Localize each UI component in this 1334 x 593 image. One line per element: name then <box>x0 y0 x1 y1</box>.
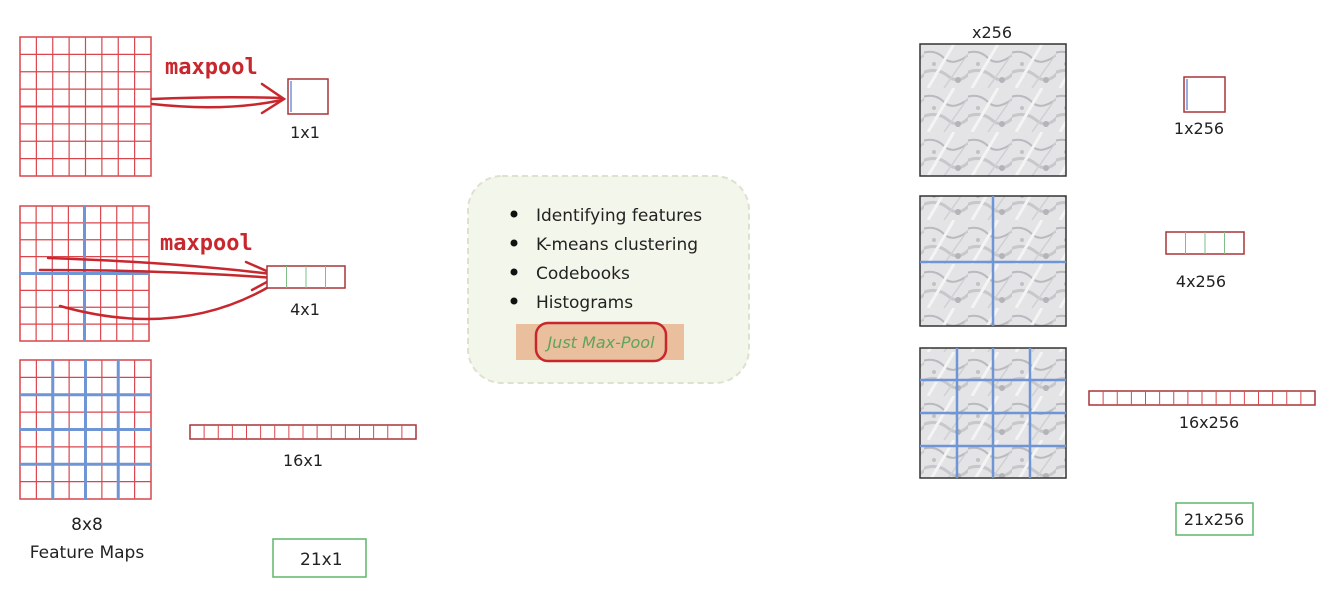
output-vector-4x1 <box>266 265 346 289</box>
feature-map-grid-4x4 <box>19 359 152 500</box>
maxpool-label-2: maxpool <box>160 231 253 256</box>
bullet-item: Histograms <box>536 293 633 313</box>
image-level-3 <box>919 347 1067 479</box>
label-16x256: 16x256 <box>1179 413 1239 432</box>
maxpool-label-1: maxpool <box>165 55 258 80</box>
output-vector-16x256 <box>1088 390 1316 406</box>
label-4x256: 4x256 <box>1176 272 1226 291</box>
bullet-item: K-means clustering <box>536 235 698 255</box>
bullet-item: Codebooks <box>536 264 630 284</box>
grid-caption-size: 8x8 <box>71 515 103 535</box>
output-vector-4x256 <box>1165 231 1245 255</box>
label-21x1: 21x1 <box>300 550 343 570</box>
label-1x1: 1x1 <box>290 123 320 142</box>
channels-label: x256 <box>972 23 1012 42</box>
output-box-1x256 <box>1183 76 1226 113</box>
label-16x1: 16x1 <box>283 451 323 470</box>
grid-caption-name: Feature Maps <box>30 543 145 563</box>
label-1x256: 1x256 <box>1174 119 1224 138</box>
label-4x1: 4x1 <box>290 300 320 319</box>
output-vector-16x1 <box>189 424 417 440</box>
highlight-text: Just Max-Pool <box>544 333 655 352</box>
feature-map-grid-2x2 <box>19 205 150 342</box>
image-level-2 <box>919 195 1067 327</box>
output-box-1x1 <box>287 78 329 115</box>
maxpool-arrow-1 <box>150 82 287 115</box>
image-level-1 <box>919 43 1067 177</box>
bullet-item: Identifying features <box>536 206 702 226</box>
feature-map-grid-1x1 <box>19 36 152 177</box>
spp-diagram: maxpool maxpool 1x1 4x1 16x1 21x1 8x8 Fe… <box>19 23 1316 578</box>
label-21x256: 21x256 <box>1184 510 1244 529</box>
